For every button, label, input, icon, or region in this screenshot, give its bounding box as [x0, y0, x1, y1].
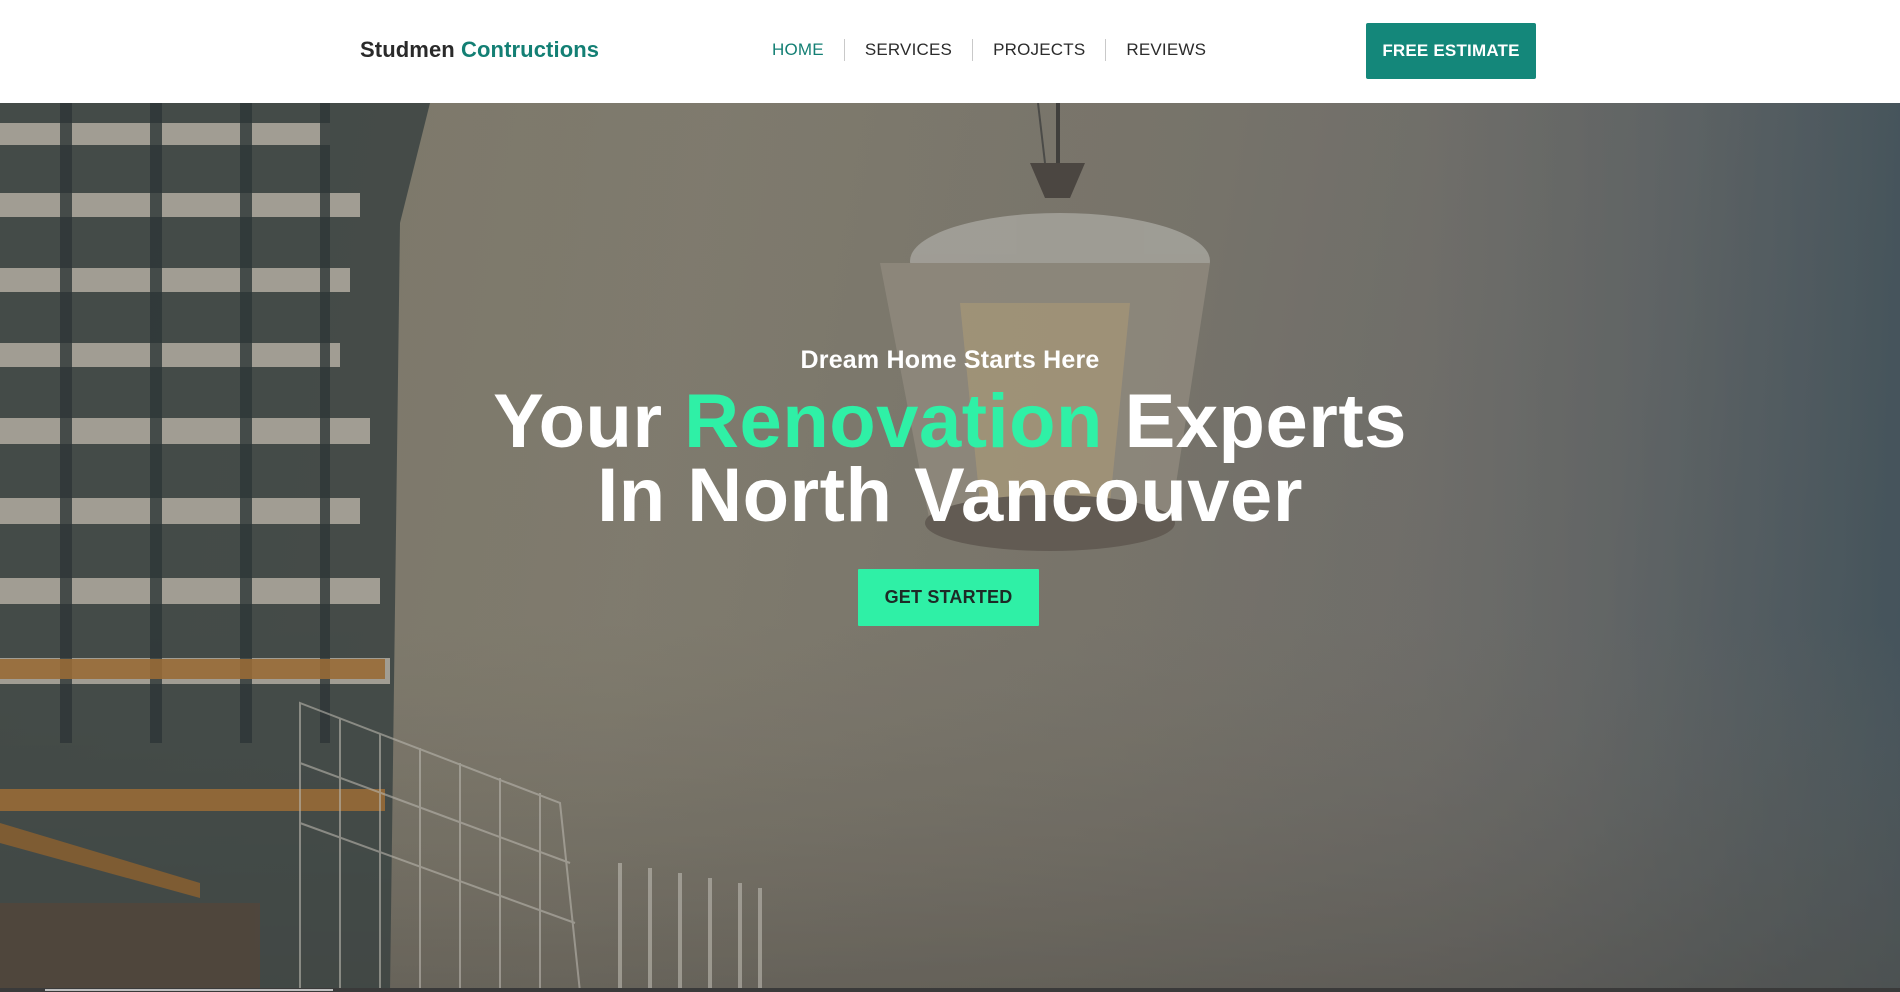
hero-title-part2: Experts [1102, 379, 1407, 464]
video-progress-bar [45, 989, 333, 991]
hero-title-highlight: Renovation [684, 379, 1103, 464]
hero-tagline: Dream Home Starts Here [800, 346, 1100, 374]
nav-item-reviews[interactable]: REVIEWS [1105, 39, 1226, 61]
get-started-button[interactable]: GET STARTED [858, 569, 1039, 626]
hero-title-part1: Your [493, 379, 685, 464]
free-estimate-button[interactable]: FREE ESTIMATE [1366, 23, 1536, 79]
hero-title: Your Renovation Experts In North Vancouv… [0, 384, 1900, 534]
main-nav: HOME SERVICES PROJECTS REVIEWS [772, 38, 1226, 62]
hero-section: Dream Home Starts Here Your Renovation E… [0, 103, 1900, 992]
logo[interactable]: Studmen Contructions [360, 37, 599, 63]
nav-item-home[interactable]: HOME [772, 39, 844, 61]
nav-item-services[interactable]: SERVICES [843, 39, 972, 61]
hero-title-line2: In North Vancouver [597, 453, 1303, 538]
nav-item-projects[interactable]: PROJECTS [972, 39, 1105, 61]
site-header: Studmen Contructions HOME SERVICES PROJE… [0, 0, 1900, 103]
logo-text-accent: Contructions [461, 37, 600, 62]
hero-overlay [0, 103, 1900, 992]
logo-text-primary: Studmen [360, 37, 455, 62]
